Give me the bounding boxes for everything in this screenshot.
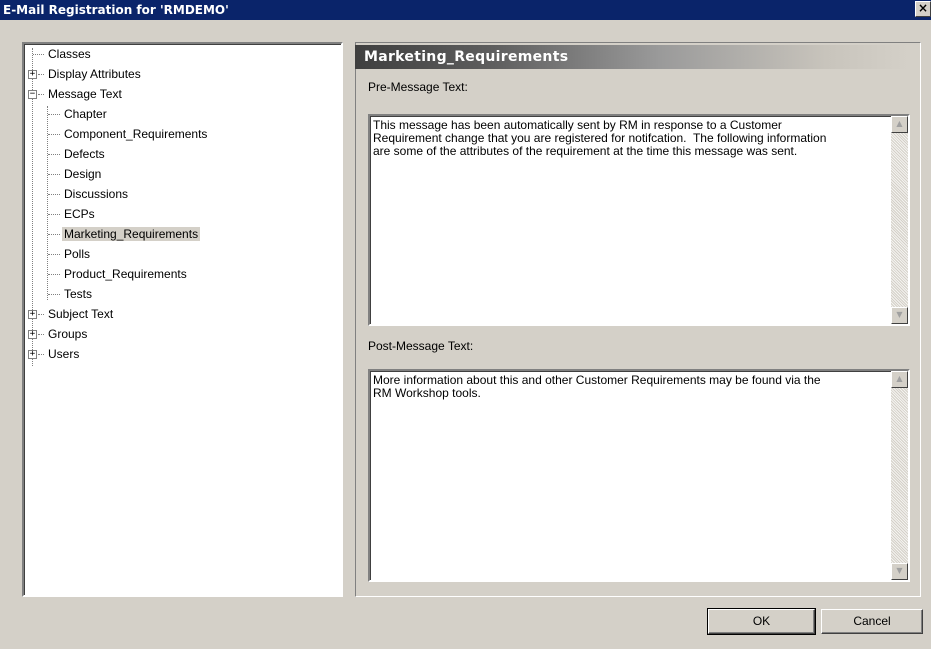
tree-item-subject-text[interactable]: + Subject Text xyxy=(28,304,115,324)
cancel-button[interactable]: Cancel xyxy=(821,609,923,634)
post-message-scrollbar[interactable]: ▲ ▼ xyxy=(891,371,908,580)
scroll-up-icon[interactable]: ▲ xyxy=(891,371,908,388)
pre-message-scrollbar[interactable]: ▲ ▼ xyxy=(891,116,908,324)
post-message-textarea[interactable]: More information about this and other Cu… xyxy=(368,369,910,582)
tree-item-label: ECPs xyxy=(64,207,95,221)
collapse-icon[interactable]: − xyxy=(28,90,37,99)
tree-item-label: Product_Requirements xyxy=(64,267,187,281)
tree-item-users[interactable]: + Users xyxy=(28,344,81,364)
scroll-down-icon[interactable]: ▼ xyxy=(891,563,908,580)
tree-item-tests[interactable]: Tests xyxy=(48,284,94,304)
tree-item-ecps[interactable]: ECPs xyxy=(48,204,97,224)
tree-item-label: Defects xyxy=(64,147,105,161)
pre-message-text: This message has been automatically sent… xyxy=(373,118,827,158)
tree-item-label: Chapter xyxy=(64,107,107,121)
expand-icon[interactable]: + xyxy=(28,350,37,359)
pre-message-textarea[interactable]: This message has been automatically sent… xyxy=(368,114,910,326)
tree-item-marketing-requirements[interactable]: Marketing_Requirements xyxy=(48,224,201,244)
tree-item-label: Polls xyxy=(64,247,91,261)
window-titlebar: E-Mail Registration for 'RMDEMO' × xyxy=(0,0,931,20)
tree-item-defects[interactable]: Defects xyxy=(48,144,107,164)
tree-item-component-requirements[interactable]: Component_Requirements xyxy=(48,124,209,144)
scroll-up-icon[interactable]: ▲ xyxy=(891,116,908,133)
close-icon[interactable]: × xyxy=(915,1,931,17)
tree-item-label: Message Text xyxy=(48,87,122,101)
pre-message-label: Pre-Message Text: xyxy=(368,80,468,94)
tree-item-label: Classes xyxy=(48,47,91,61)
tree-item-label: Discussions xyxy=(64,187,129,201)
scroll-down-icon[interactable]: ▼ xyxy=(891,307,908,324)
window-title: E-Mail Registration for 'RMDEMO' xyxy=(3,3,229,17)
tree-item-label: Display Attributes xyxy=(48,67,141,81)
post-message-label: Post-Message Text: xyxy=(368,339,474,353)
tree-item-message-text[interactable]: − Message Text xyxy=(28,84,124,104)
tree-item-discussions[interactable]: Discussions xyxy=(48,184,130,204)
tree-item-product-requirements[interactable]: Product_Requirements xyxy=(48,264,189,284)
tree-item-label: Subject Text xyxy=(48,307,114,321)
expand-icon[interactable]: + xyxy=(28,70,37,79)
tree-item-polls[interactable]: Polls xyxy=(48,244,92,264)
expand-icon[interactable]: + xyxy=(28,310,37,319)
tree-item-groups[interactable]: + Groups xyxy=(28,324,89,344)
tree-item-label: Component_Requirements xyxy=(64,127,208,141)
post-message-text: More information about this and other Cu… xyxy=(373,373,821,400)
tree-item-label-selected: Marketing_Requirements xyxy=(62,227,201,241)
tree-view[interactable]: Classes + Display Attributes − Message T… xyxy=(22,42,343,597)
tree-child-line xyxy=(47,106,48,300)
tree-item-classes[interactable]: Classes xyxy=(33,44,93,64)
tree-item-design[interactable]: Design xyxy=(48,164,103,184)
panel-header: Marketing_Requirements xyxy=(355,45,909,69)
tree-item-chapter[interactable]: Chapter xyxy=(48,104,109,124)
expand-icon[interactable]: + xyxy=(28,330,37,339)
ok-button[interactable]: OK xyxy=(707,608,816,635)
tree-item-display-attributes[interactable]: + Display Attributes xyxy=(28,64,143,84)
tree-item-label: Tests xyxy=(64,287,93,301)
tree-item-label: Users xyxy=(48,347,80,361)
tree-item-label: Design xyxy=(64,167,102,181)
tree-item-label: Groups xyxy=(48,327,88,341)
